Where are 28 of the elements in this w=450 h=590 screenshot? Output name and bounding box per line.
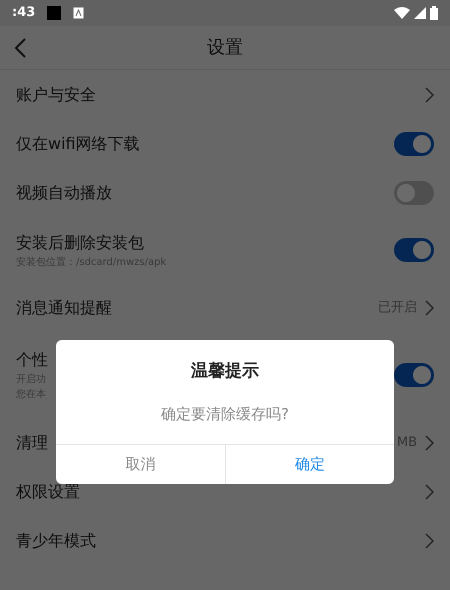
back-icon[interactable] [14,38,26,58]
status-time: :43 [12,4,36,22]
setting-label: 账户与安全 [16,84,96,106]
page-title: 设置 [207,36,243,60]
toggle-switch[interactable] [394,238,434,262]
toggle-switch[interactable] [394,180,434,204]
chevron-right-icon [425,300,434,316]
chevron-right-icon [425,86,434,102]
chevron-right-icon [425,532,434,548]
wifi-icon [394,7,410,19]
setting-label: 青少年模式 [16,530,96,552]
chevron-right-icon [425,434,434,450]
setting-label: 仅在wifi网络下载 [16,132,140,154]
toggle-switch[interactable] [394,132,434,156]
setting-label: 安装后删除安装包 [16,232,145,254]
setting-label: 视频自动播放 [16,182,112,204]
setting-label: 消息通知提醒 [16,296,112,318]
setting-label: 个性 [16,349,48,371]
chevron-right-icon [425,484,434,500]
signal-icon [414,7,426,19]
dialog-button[interactable]: 确定 [224,445,394,484]
app-notification-icon [47,6,62,20]
battery-icon [430,6,438,20]
dialog-title: 温馨提示 [191,360,259,383]
dialog-message: 确定要清除缓存吗? [161,404,289,424]
toggle-switch[interactable] [394,363,434,387]
setting-label: 清理 [16,432,48,454]
notification-icon [73,7,84,19]
